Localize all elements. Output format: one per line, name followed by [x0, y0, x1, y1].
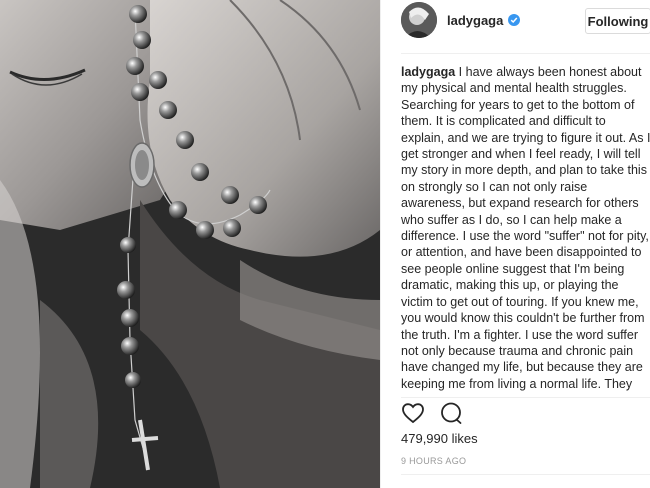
post-timestamp[interactable]: 9 HOURS AGO: [401, 456, 466, 466]
caption: ladygaga I have always been honest about…: [401, 64, 650, 392]
heart-icon[interactable]: [401, 401, 425, 425]
username-link[interactable]: ladygaga: [447, 13, 503, 28]
caption-divider: [401, 397, 650, 398]
comment-icon[interactable]: [439, 401, 463, 425]
footer-divider: [401, 474, 650, 475]
avatar[interactable]: [401, 2, 437, 38]
action-bar: [401, 400, 477, 426]
caption-text: I have always been honest about my physi…: [401, 65, 650, 391]
caption-scroll-area[interactable]: ladygaga I have always been honest about…: [401, 64, 650, 396]
likes-count[interactable]: 479,990 likes: [401, 431, 478, 446]
header-divider: [401, 53, 650, 54]
post-details-panel: ladygaga Following ladygaga I have alway…: [380, 0, 650, 488]
post-header: ladygaga Following: [381, 0, 650, 40]
avatar-image: [401, 2, 437, 38]
caption-username[interactable]: ladygaga: [401, 65, 455, 79]
verified-badge-icon: [508, 14, 521, 26]
post-photo[interactable]: [0, 0, 380, 488]
photo-illustration: [0, 0, 380, 488]
following-button[interactable]: Following: [585, 8, 650, 34]
